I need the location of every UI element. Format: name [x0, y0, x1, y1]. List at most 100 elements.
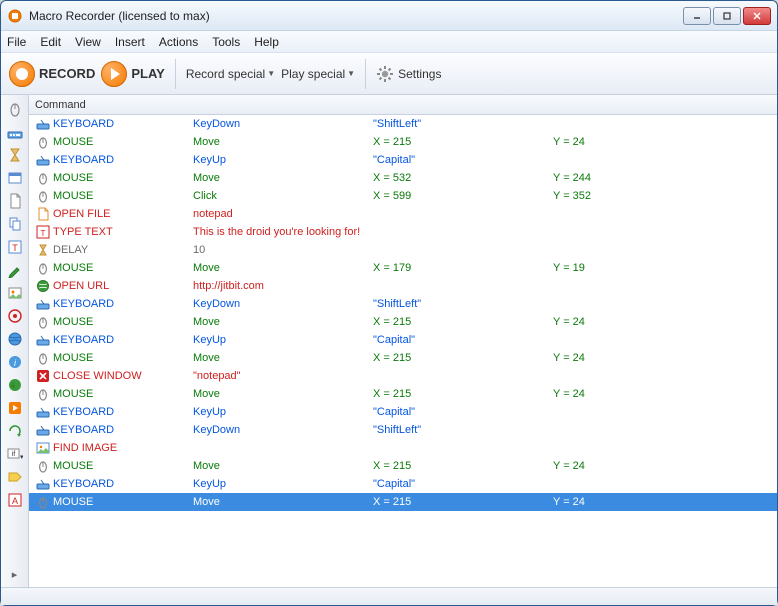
macro-row[interactable]: FIND IMAGE — [29, 439, 777, 457]
cell-c3: "Capital" — [373, 406, 553, 418]
settings-button[interactable]: Settings — [376, 65, 441, 83]
cell-c2: KeyUp — [193, 406, 373, 418]
cell-c4: Y = 24 — [553, 136, 673, 148]
svg-text:if: if — [11, 451, 15, 458]
macro-row[interactable]: KEYBOARDKeyUp"Capital" — [29, 151, 777, 169]
macro-row[interactable]: MOUSEMoveX = 215Y = 24 — [29, 133, 777, 151]
cell-c2: 10 — [193, 244, 373, 256]
macro-grid[interactable]: KEYBOARDKeyDown"ShiftLeft"MOUSEMoveX = 2… — [29, 115, 777, 587]
menu-actions[interactable]: Actions — [159, 35, 198, 49]
gear-icon — [376, 65, 394, 83]
macro-row[interactable]: OPEN URLhttp://jitbit.com — [29, 277, 777, 295]
side-label-button[interactable] — [4, 467, 26, 487]
side-text-button[interactable]: T — [4, 237, 26, 257]
titlebar[interactable]: Macro Recorder (licensed to max) — [1, 1, 777, 31]
menu-insert[interactable]: Insert — [115, 35, 145, 49]
side-font-button[interactable]: A — [4, 490, 26, 510]
menu-tools[interactable]: Tools — [212, 35, 240, 49]
macro-row[interactable]: KEYBOARDKeyUp"Capital" — [29, 475, 777, 493]
cell-c2: KeyDown — [193, 118, 373, 130]
side-file-button[interactable] — [4, 191, 26, 211]
delay-icon — [33, 243, 53, 257]
cell-c2: KeyDown — [193, 298, 373, 310]
cell-c3: X = 599 — [373, 190, 553, 202]
macro-row[interactable]: KEYBOARDKeyDown"ShiftLeft" — [29, 115, 777, 133]
macro-row[interactable]: MOUSEMoveX = 215Y = 24 — [29, 457, 777, 475]
side-world-button[interactable] — [4, 375, 26, 395]
menu-help[interactable]: Help — [254, 35, 279, 49]
play-label: PLAY — [131, 66, 164, 81]
side-globe-button[interactable] — [4, 329, 26, 349]
macro-row[interactable]: KEYBOARDKeyDown"ShiftLeft" — [29, 295, 777, 313]
macro-row[interactable]: DELAY10 — [29, 241, 777, 259]
cell-c1: CLOSE WINDOW — [53, 370, 193, 382]
toolbar-separator — [365, 59, 366, 89]
close-button[interactable] — [743, 7, 771, 25]
side-image-button[interactable] — [4, 283, 26, 303]
macro-row[interactable]: KEYBOARDKeyUp"Capital" — [29, 331, 777, 349]
cell-c1: MOUSE — [53, 496, 193, 508]
cell-c3: X = 215 — [373, 496, 553, 508]
macro-row[interactable]: OPEN FILEnotepad — [29, 205, 777, 223]
kb-icon — [33, 153, 53, 167]
macro-row[interactable]: CLOSE WINDOW"notepad" — [29, 367, 777, 385]
info-icon: i — [7, 354, 23, 370]
side-repeat-button[interactable] — [4, 421, 26, 441]
side-keyboard-button[interactable] — [4, 122, 26, 142]
menu-file[interactable]: File — [7, 35, 26, 49]
record-button[interactable]: RECORD — [9, 61, 95, 87]
side-run-button[interactable] — [4, 398, 26, 418]
macro-row[interactable]: KEYBOARDKeyDown"ShiftLeft" — [29, 421, 777, 439]
image-icon — [7, 285, 23, 301]
side-target-button[interactable] — [4, 306, 26, 326]
cell-c2: Click — [193, 190, 373, 202]
cell-c1: KEYBOARD — [53, 154, 193, 166]
menu-edit[interactable]: Edit — [40, 35, 61, 49]
grid-header[interactable]: Command — [29, 95, 777, 115]
side-info-button[interactable]: i — [4, 352, 26, 372]
mouse-icon — [33, 387, 53, 401]
play-button[interactable]: PLAY — [101, 61, 164, 87]
cell-c1: MOUSE — [53, 460, 193, 472]
kb-icon — [33, 297, 53, 311]
play-special-dropdown[interactable]: Play special ▼ — [281, 67, 355, 81]
cell-c1: KEYBOARD — [53, 118, 193, 130]
side-delay-button[interactable] — [4, 145, 26, 165]
macro-row[interactable]: MOUSEMoveX = 532Y = 244 — [29, 169, 777, 187]
macro-row[interactable]: TYPE TEXTThis is the droid you're lookin… — [29, 223, 777, 241]
cell-c2: This is the droid you're looking for! — [193, 226, 373, 238]
cell-c1: KEYBOARD — [53, 478, 193, 490]
side-copy-button[interactable] — [4, 214, 26, 234]
side-window-button[interactable] — [4, 168, 26, 188]
menubar: File Edit View Insert Actions Tools Help — [1, 31, 777, 53]
record-special-dropdown[interactable]: Record special ▼ — [186, 67, 275, 81]
macro-row[interactable]: KEYBOARDKeyUp"Capital" — [29, 403, 777, 421]
side-expander[interactable]: ▸ — [6, 565, 24, 583]
close-icon — [33, 369, 53, 383]
cell-c1: OPEN URL — [53, 280, 193, 292]
macro-row[interactable]: MOUSEMoveX = 215Y = 24 — [29, 313, 777, 331]
record-icon — [9, 61, 35, 87]
side-mouse-button[interactable] — [4, 99, 26, 119]
maximize-button[interactable] — [713, 7, 741, 25]
macro-row[interactable]: MOUSEClickX = 599Y = 352 — [29, 187, 777, 205]
side-picker-button[interactable] — [4, 260, 26, 280]
minimize-button[interactable] — [683, 7, 711, 25]
cell-c1: MOUSE — [53, 388, 193, 400]
side-if-button[interactable]: if▾ — [4, 444, 26, 464]
cell-c3: X = 215 — [373, 352, 553, 364]
macro-row[interactable]: MOUSEMoveX = 215Y = 24 — [29, 349, 777, 367]
cell-c2: Move — [193, 496, 373, 508]
cell-c3: X = 215 — [373, 460, 553, 472]
cell-c3: X = 215 — [373, 316, 553, 328]
cell-c1: MOUSE — [53, 136, 193, 148]
image-icon — [33, 441, 53, 455]
macro-row[interactable]: MOUSEMoveX = 179Y = 19 — [29, 259, 777, 277]
mouse-icon — [33, 135, 53, 149]
if-icon: if▾ — [7, 446, 23, 462]
macro-row[interactable]: MOUSEMoveX = 215Y = 24 — [29, 493, 777, 511]
macro-row[interactable]: MOUSEMoveX = 215Y = 24 — [29, 385, 777, 403]
cell-c3: "ShiftLeft" — [373, 118, 553, 130]
cell-c4: Y = 24 — [553, 388, 673, 400]
menu-view[interactable]: View — [75, 35, 101, 49]
